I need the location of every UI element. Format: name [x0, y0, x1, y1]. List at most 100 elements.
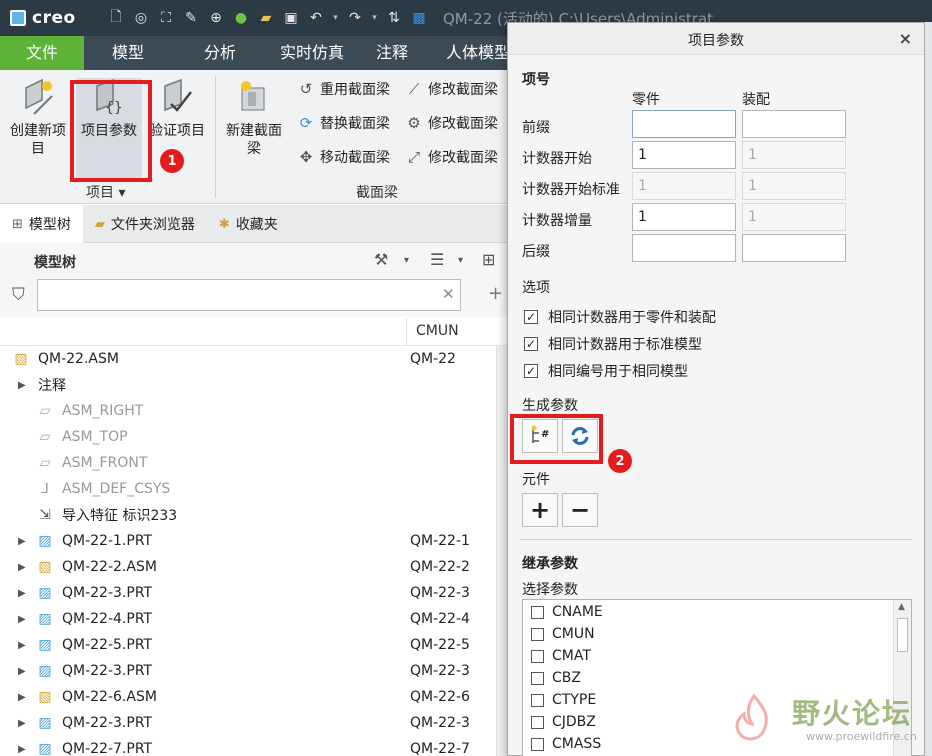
sphere-icon[interactable]: ● — [231, 8, 251, 28]
save-icon[interactable]: ▣ — [281, 8, 301, 28]
checkbox-unchecked[interactable] — [531, 649, 544, 663]
counter-start-part-input[interactable] — [632, 141, 736, 169]
scroll-thumb[interactable] — [897, 618, 908, 652]
tree-row[interactable]: ▶ ▨ QM-22-4.PRT QM-22-4 — [0, 606, 510, 632]
checkbox-unchecked[interactable] — [531, 627, 544, 641]
expand-arrow-icon[interactable]: ▶ — [18, 380, 26, 391]
menu-file[interactable]: 文件 — [0, 36, 84, 70]
group-item-label[interactable]: 项目 ▾ — [86, 182, 125, 202]
tab-favorites[interactable]: ✱ 收藏夹 — [207, 205, 290, 243]
param-list-item[interactable]: CMUN — [531, 626, 595, 642]
move-section-beam-button[interactable]: ✥ 移动截面梁 — [296, 147, 390, 167]
tree-row[interactable]: ⅃ ASM_DEF_CSYS — [0, 476, 510, 502]
modify-section-beam-button-1[interactable]: ⟋ 修改截面梁 — [404, 79, 498, 99]
menu-realtime-simulation[interactable]: 实时仿真 — [268, 36, 356, 70]
expand-arrow-icon[interactable]: ▶ — [18, 666, 26, 677]
tree-filter-input[interactable] — [37, 279, 461, 311]
new-file-icon[interactable]: 🗋 — [106, 8, 126, 28]
param-list-item[interactable]: CMASS — [531, 736, 601, 752]
open-icon[interactable]: ◎ — [131, 8, 151, 28]
option-same-counter-std-model[interactable]: ✓ 相同计数器用于标准模型 — [524, 334, 702, 354]
prefix-asm-input[interactable] — [742, 110, 846, 138]
checkbox-unchecked[interactable] — [531, 693, 544, 707]
verify-item-button[interactable]: 验证项目 — [144, 78, 210, 140]
option-same-counter-part-asm[interactable]: ✓ 相同计数器用于零件和装配 — [524, 307, 716, 327]
menu-model[interactable]: 模型 — [84, 36, 172, 70]
regenerate-model-icon[interactable]: ⇅ — [384, 8, 404, 28]
menu-analysis[interactable]: 分析 — [172, 36, 268, 70]
tree-columns-icon[interactable]: ⊞ — [482, 250, 495, 269]
modify-section-beam-button-2[interactable]: ⚙ 修改截面梁 — [404, 113, 498, 133]
redo-dropdown-icon[interactable]: ▾ — [370, 8, 379, 28]
add-component-button[interactable]: + — [522, 493, 558, 527]
param-list-item[interactable]: CJDBZ — [531, 714, 596, 730]
regenerate-icon[interactable]: ⛶ — [156, 8, 176, 28]
tree-row[interactable]: ▶ ▨ QM-22-3.PRT QM-22-3 — [0, 658, 510, 684]
tree-row[interactable]: ▶ ▨ QM-22-3.PRT QM-22-3 — [0, 710, 510, 736]
tree-row[interactable]: ▶ ▨ QM-22-5.PRT QM-22-5 — [0, 632, 510, 658]
clear-filter-icon[interactable]: ✕ — [442, 285, 455, 303]
tree-row[interactable]: ▧ QM-22.ASM QM-22 — [0, 346, 510, 372]
create-new-item-button[interactable]: 创建新项 目 — [2, 78, 74, 158]
menu-annotate[interactable]: 注释 — [356, 36, 428, 70]
tree-settings-icon[interactable]: ⚒ — [374, 250, 388, 269]
undo-icon[interactable]: ↶ — [306, 8, 326, 28]
modify-section-beam-button-3[interactable]: ⤢ 修改截面梁 — [404, 147, 498, 167]
new-section-beam-button[interactable]: 新建截面 梁 — [220, 78, 288, 158]
tree-row[interactable]: ⇲ 导入特征 标识233 — [0, 502, 510, 528]
checkbox-checked[interactable]: ✓ — [524, 364, 538, 378]
tree-row[interactable]: ▱ ASM_RIGHT — [0, 398, 510, 424]
add-column-icon[interactable]: + — [488, 283, 503, 304]
redo-icon[interactable]: ↷ — [345, 8, 365, 28]
counter-start-std-asm-input[interactable] — [742, 172, 846, 200]
tree-row[interactable]: ▶ ▨ QM-22-7.PRT QM-22-7 — [0, 736, 510, 756]
open-folder-icon[interactable]: ▰ — [256, 8, 276, 28]
expand-arrow-icon[interactable]: ▶ — [18, 562, 26, 573]
param-list-item[interactable]: CMAT — [531, 648, 591, 664]
counter-start-asm-input[interactable] — [742, 141, 846, 169]
tree-row[interactable]: ▶ 注释 — [0, 372, 510, 398]
tree-settings-dropdown-icon[interactable]: ▾ — [404, 255, 409, 266]
checkbox-unchecked[interactable] — [531, 671, 544, 685]
tree-row[interactable]: ▶ ▧ QM-22-6.ASM QM-22-6 — [0, 684, 510, 710]
suffix-part-input[interactable] — [632, 234, 736, 262]
checkbox-checked[interactable]: ✓ — [524, 310, 538, 324]
suffix-asm-input[interactable] — [742, 234, 846, 262]
counter-increment-part-input[interactable] — [632, 203, 736, 231]
tree-show-icon[interactable]: ☰ — [430, 250, 444, 269]
column-cmun[interactable]: CMUN — [416, 323, 459, 339]
param-list-item[interactable]: CNAME — [531, 604, 603, 620]
tree-row[interactable]: ▶ ▧ QM-22-2.ASM QM-22-2 — [0, 554, 510, 580]
replace-section-beam-button[interactable]: ⟳ 替换截面梁 — [296, 113, 390, 133]
remove-component-button[interactable]: − — [562, 493, 598, 527]
param-list-item[interactable]: CBZ — [531, 670, 581, 686]
tree-row[interactable]: ▱ ASM_FRONT — [0, 450, 510, 476]
expand-arrow-icon[interactable]: ▶ — [18, 718, 26, 729]
tree-show-dropdown-icon[interactable]: ▾ — [458, 255, 463, 266]
tree-row[interactable]: ▱ ASM_TOP — [0, 424, 510, 450]
column-separator[interactable] — [406, 318, 407, 346]
counter-start-std-part-input[interactable] — [632, 172, 736, 200]
search-file-icon[interactable]: ⊕ — [206, 8, 226, 28]
filter-icon[interactable]: ⛉ — [12, 285, 25, 305]
checkbox-unchecked[interactable] — [531, 737, 544, 751]
checkbox-unchecked[interactable] — [531, 605, 544, 619]
tree-row[interactable]: ▶ ▨ QM-22-1.PRT QM-22-1 — [0, 528, 510, 554]
checkbox-unchecked[interactable] — [531, 715, 544, 729]
checkbox-checked[interactable]: ✓ — [524, 337, 538, 351]
window-icon[interactable]: ▩ — [409, 8, 429, 28]
param-list-item[interactable]: CTYPE — [531, 692, 596, 708]
prefix-part-input[interactable] — [632, 110, 736, 138]
scroll-up-icon[interactable]: ▲ — [898, 602, 905, 612]
tab-folder-browser[interactable]: ▰ 文件夹浏览器 — [83, 205, 207, 243]
edit-icon[interactable]: ✎ — [181, 8, 201, 28]
expand-arrow-icon[interactable]: ▶ — [18, 640, 26, 651]
expand-arrow-icon[interactable]: ▶ — [18, 744, 26, 755]
expand-arrow-icon[interactable]: ▶ — [18, 536, 26, 547]
tab-model-tree[interactable]: ⊞ 模型树 — [0, 205, 83, 243]
tree-row[interactable]: ▶ ▨ QM-22-3.PRT QM-22-3 — [0, 580, 510, 606]
expand-arrow-icon[interactable]: ▶ — [18, 692, 26, 703]
expand-arrow-icon[interactable]: ▶ — [18, 614, 26, 625]
reuse-section-beam-button[interactable]: ↺ 重用截面梁 — [296, 79, 390, 99]
counter-increment-asm-input[interactable] — [742, 203, 846, 231]
